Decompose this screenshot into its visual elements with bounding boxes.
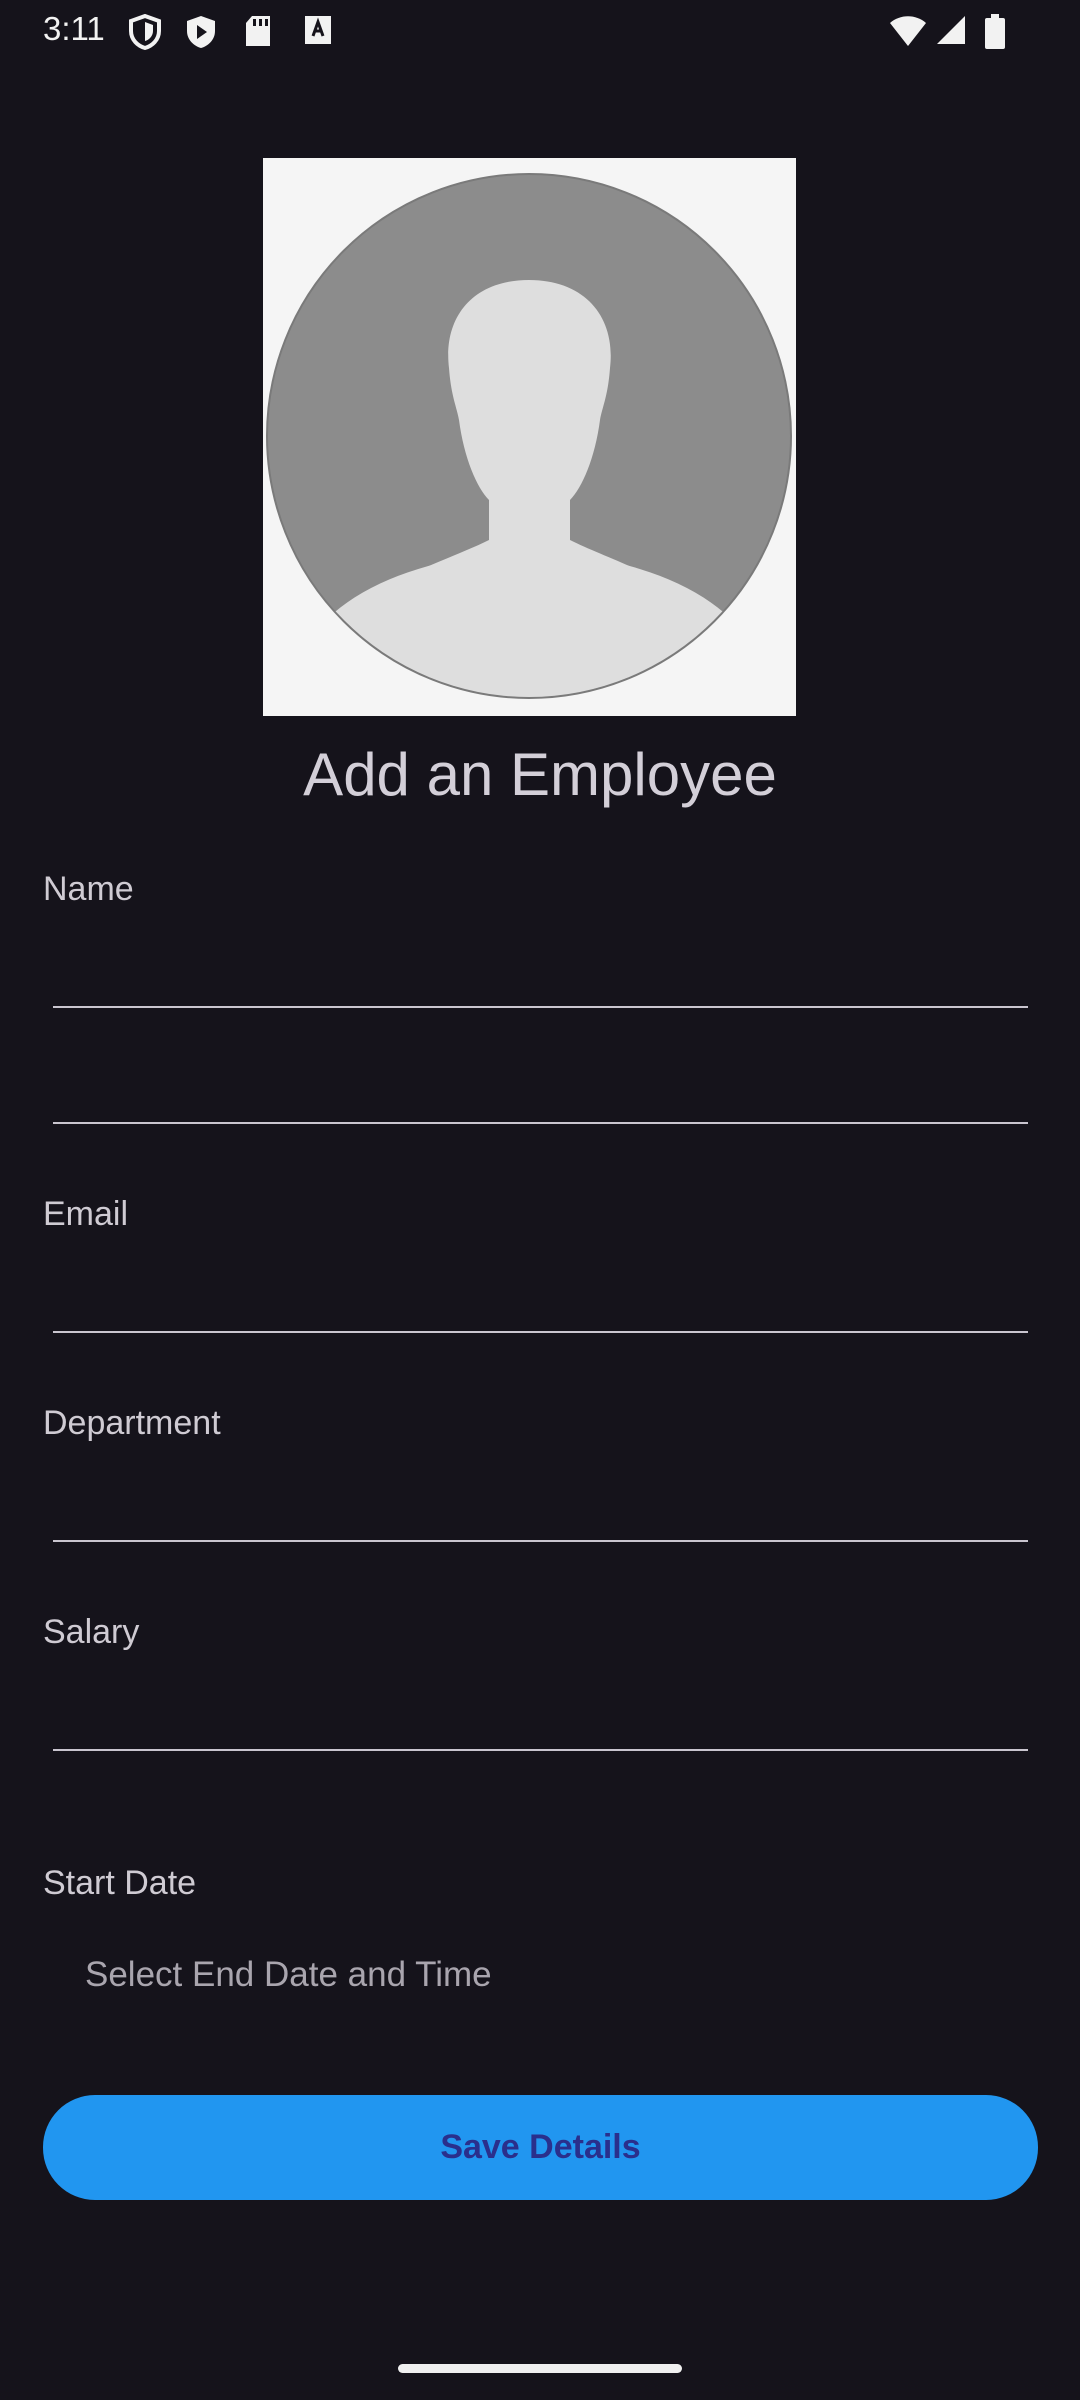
salary-underline xyxy=(53,1749,1028,1751)
shield-icon xyxy=(129,14,161,50)
page-title: Add an Employee xyxy=(303,741,777,808)
status-time: 3:11 xyxy=(43,10,105,47)
salary-label: Salary xyxy=(43,1613,140,1651)
signal-icon xyxy=(937,16,965,44)
battery-icon xyxy=(985,14,1005,49)
wifi-icon xyxy=(890,16,926,46)
font-a-icon xyxy=(305,16,331,44)
navigation-handle[interactable] xyxy=(398,2364,682,2373)
department-underline xyxy=(53,1540,1028,1542)
save-details-button[interactable]: Save Details xyxy=(43,2095,1038,2200)
email-label: Email xyxy=(43,1195,129,1233)
email-underline xyxy=(53,1331,1028,1333)
date-picker[interactable]: Select End Date and Time xyxy=(85,1955,492,1995)
name-secondary-underline xyxy=(53,1122,1028,1124)
start-date-label: Start Date xyxy=(43,1864,197,1902)
status-bar: 3:11 xyxy=(0,0,1080,64)
name-label: Name xyxy=(43,870,134,908)
email-input[interactable] xyxy=(53,1260,1028,1330)
department-input[interactable] xyxy=(53,1469,1028,1539)
salary-input[interactable] xyxy=(53,1678,1028,1748)
name-underline xyxy=(53,1006,1028,1008)
profile-avatar[interactable] xyxy=(263,158,796,716)
name-input[interactable] xyxy=(53,936,1028,1006)
person-silhouette-icon xyxy=(266,173,792,699)
name-secondary-input[interactable] xyxy=(53,1052,1028,1122)
sd-card-icon xyxy=(246,16,270,46)
department-label: Department xyxy=(43,1404,221,1442)
play-protect-icon xyxy=(187,16,215,48)
